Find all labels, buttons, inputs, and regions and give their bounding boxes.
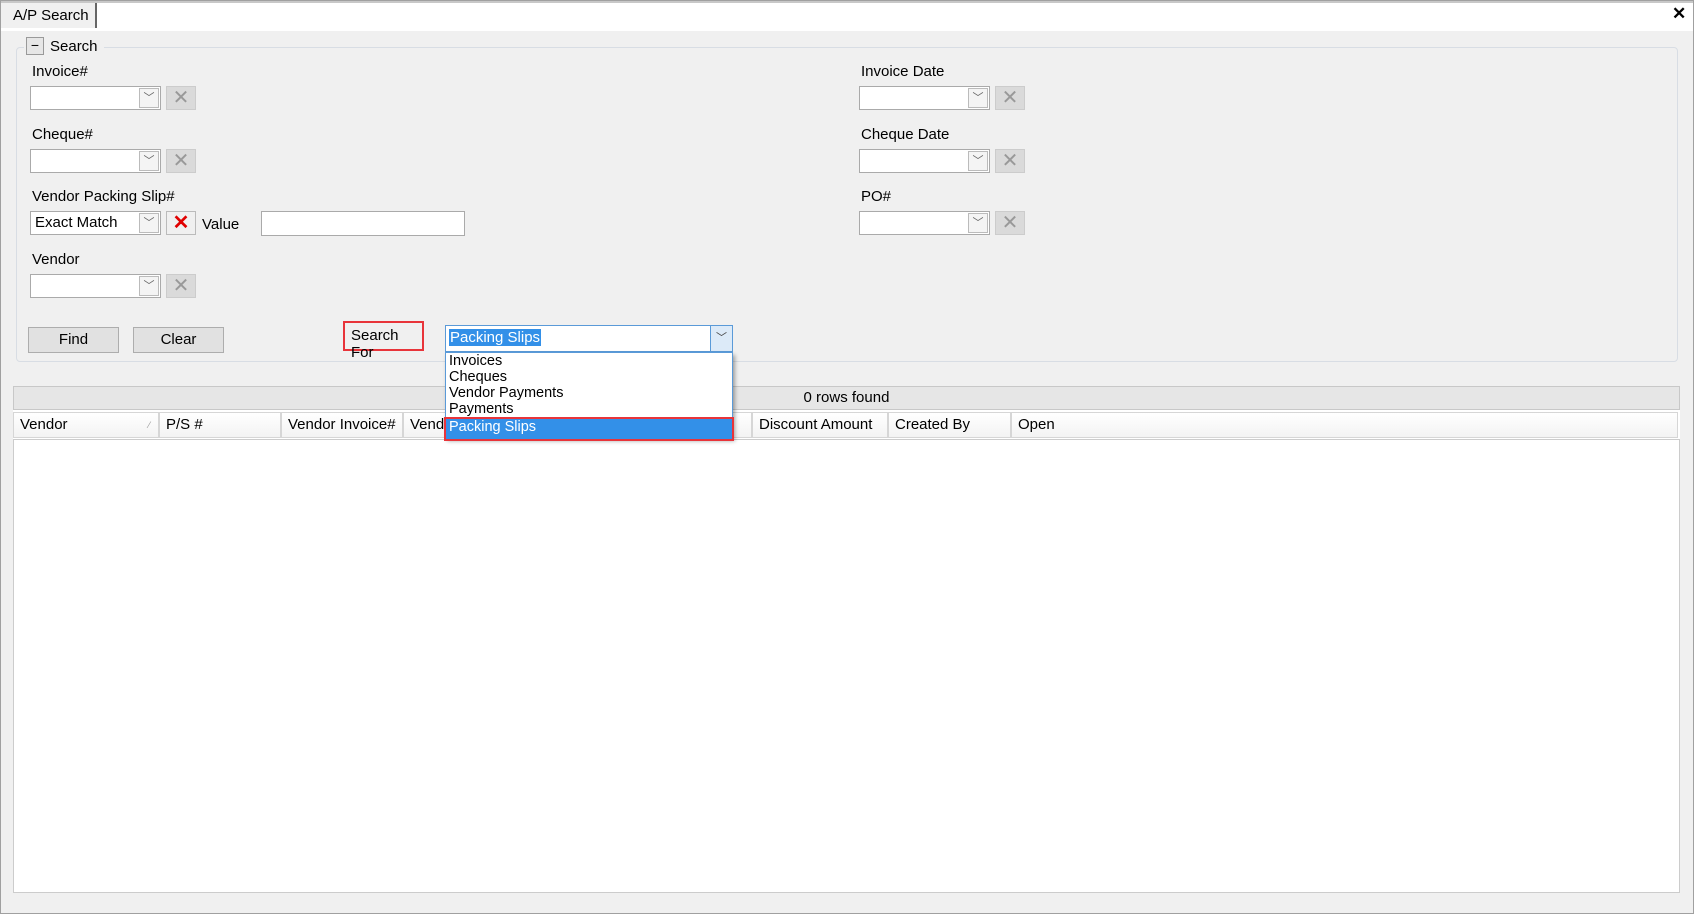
chevron-down-icon[interactable]: ﹀ — [968, 88, 988, 108]
chevron-down-icon[interactable]: ﹀ — [139, 88, 159, 108]
option-packing-slips[interactable]: Packing Slips — [444, 417, 734, 441]
tab-ap-search[interactable]: A/P Search — [1, 3, 97, 28]
cheque-date-clear-button[interactable]: ✕ — [995, 149, 1025, 173]
column-header-ps[interactable]: P/S # — [159, 412, 281, 438]
column-header-discount-amount[interactable]: Discount Amount — [752, 412, 888, 438]
cheque-clear-button[interactable]: ✕ — [166, 149, 196, 173]
value-label: Value — [202, 216, 240, 233]
option-invoices[interactable]: Invoices — [446, 353, 732, 369]
search-for-label: Search For — [343, 321, 424, 361]
sort-icon: ⁄ — [148, 420, 150, 430]
chevron-down-icon[interactable]: ﹀ — [710, 326, 732, 351]
invoice-date-combo[interactable]: ﹀ — [859, 86, 990, 110]
vendor-combo[interactable]: ﹀ — [30, 274, 161, 298]
po-clear-button[interactable]: ✕ — [995, 211, 1025, 235]
results-grid[interactable] — [13, 440, 1680, 893]
invoice-label: Invoice# — [32, 63, 88, 80]
search-for-value: Packing Slips — [449, 329, 542, 346]
invoice-clear-button[interactable]: ✕ — [166, 86, 196, 110]
vendor-label: Vendor — [32, 251, 80, 268]
match-mode-value: Exact Match — [35, 214, 118, 231]
vendor-clear-button[interactable]: ✕ — [166, 274, 196, 298]
invoice-date-label: Invoice Date — [861, 63, 945, 80]
cheque-date-label: Cheque Date — [861, 126, 950, 143]
chevron-down-icon[interactable]: ﹀ — [968, 151, 988, 171]
chevron-down-icon[interactable]: ﹀ — [139, 213, 159, 233]
column-header-open[interactable]: Open — [1011, 412, 1678, 438]
chevron-down-icon[interactable]: ﹀ — [139, 276, 159, 296]
packing-slip-match-combo[interactable]: Exact Match ﹀ — [30, 211, 161, 235]
cheque-date-combo[interactable]: ﹀ — [859, 149, 990, 173]
chevron-down-icon[interactable]: ﹀ — [139, 151, 159, 171]
column-header-created-by[interactable]: Created By — [888, 412, 1011, 438]
invoice-date-clear-button[interactable]: ✕ — [995, 86, 1025, 110]
column-header-vendor-invoice[interactable]: Vendor Invoice# — [281, 412, 403, 438]
close-icon[interactable]: ✕ — [1672, 4, 1686, 24]
find-button[interactable]: Find — [28, 327, 119, 353]
tab-strip — [1, 1, 1693, 31]
search-group — [16, 47, 1678, 362]
cheque-label: Cheque# — [32, 126, 93, 143]
cheque-combo[interactable]: ﹀ — [30, 149, 161, 173]
clear-button[interactable]: Clear — [133, 327, 224, 353]
option-cheques[interactable]: Cheques — [446, 369, 732, 385]
search-group-header: − Search — [24, 35, 104, 57]
packing-slip-label: Vendor Packing Slip# — [32, 188, 175, 205]
po-combo[interactable]: ﹀ — [859, 211, 990, 235]
packing-slip-clear-button[interactable]: ✕ — [166, 211, 196, 235]
po-label: PO# — [861, 188, 892, 205]
packing-slip-value-input[interactable] — [261, 211, 465, 236]
grid-header: Vendor ⁄ P/S # Vendor Invoice# Vend Disco… — [13, 410, 1680, 440]
option-payments[interactable]: Payments — [446, 401, 732, 417]
column-label: Vendor — [20, 416, 68, 433]
collapse-icon[interactable]: − — [26, 37, 44, 55]
invoice-combo[interactable]: ﹀ — [30, 86, 161, 110]
chevron-down-icon[interactable]: ﹀ — [968, 213, 988, 233]
option-vendor-payments[interactable]: Vendor Payments — [446, 385, 732, 401]
rows-found-status: 0 rows found — [13, 386, 1680, 410]
search-for-combo[interactable]: Packing Slips ﹀ — [445, 325, 733, 352]
search-for-dropdown: Invoices Cheques Vendor Payments Payment… — [444, 352, 734, 441]
search-group-title: Search — [50, 37, 98, 55]
column-header-vendor[interactable]: Vendor ⁄ — [13, 412, 159, 438]
